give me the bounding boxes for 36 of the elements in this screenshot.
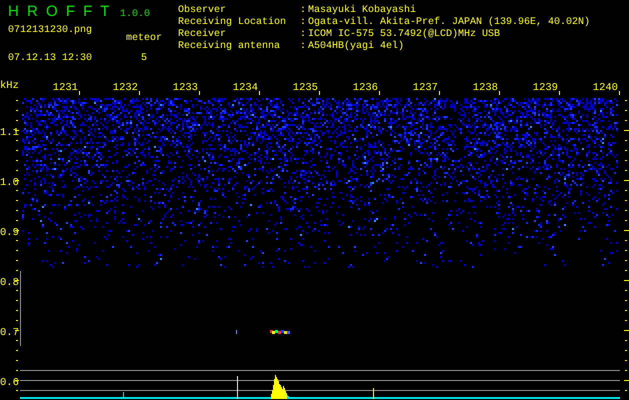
app-version: 1.0.0 xyxy=(120,9,150,21)
info-label: Receiving Location xyxy=(178,17,288,28)
time-tick-label: 1233 xyxy=(172,82,198,94)
info-value: Ogata-vill. Akita-Pref. JAPAN (139.96E, 40.02N) xyxy=(308,17,590,28)
info-separator: : xyxy=(300,5,308,17)
frequency-tick-label: 0.6 xyxy=(0,377,19,389)
frequency-tick-label: 0.9 xyxy=(0,227,19,239)
unit-label: kHz xyxy=(0,80,19,92)
meteor-count: 5 xyxy=(140,53,147,65)
info-value: Masayuki Kobayashi xyxy=(308,5,418,16)
info-label: Receiving antenna xyxy=(178,41,282,53)
meteor-echo-drawing xyxy=(270,330,290,334)
file-name: 0712131230.png xyxy=(8,25,94,37)
frequency-tick-label: 0.7 xyxy=(0,327,19,339)
info-separator: : xyxy=(300,41,308,53)
time-tick-label: 1231 xyxy=(52,82,78,94)
frequency-tick-label: 1.0 xyxy=(0,177,19,189)
info-value: A504HB(yagi 4el) xyxy=(308,41,406,53)
frequency-tick-label: 1.1 xyxy=(0,127,19,139)
time-tick-label: 1238 xyxy=(472,82,498,94)
time-tick-label: 1240 xyxy=(592,82,618,94)
time-tick-label: 1239 xyxy=(532,82,558,94)
info-label: Observer xyxy=(178,5,228,16)
info-separator: : xyxy=(300,29,308,41)
time-tick-label: 1232 xyxy=(112,82,138,94)
time-tick-label: 1237 xyxy=(412,82,438,94)
date-time: 07.12.13 12:30 xyxy=(8,53,94,65)
time-tick-label: 1236 xyxy=(352,82,378,94)
meteor-label: meteor xyxy=(126,33,162,45)
info-value: ICOM IC-575 53.7492(@LCD)MHz USB xyxy=(308,29,502,40)
info-separator: : xyxy=(300,17,308,29)
time-tick-label: 1234 xyxy=(232,82,258,94)
frequency-tick-label: 0.8 xyxy=(0,277,19,289)
time-tick-label: 1235 xyxy=(292,82,318,94)
info-label: Receiver xyxy=(178,29,228,40)
app-title: H R O F F T xyxy=(8,6,112,18)
